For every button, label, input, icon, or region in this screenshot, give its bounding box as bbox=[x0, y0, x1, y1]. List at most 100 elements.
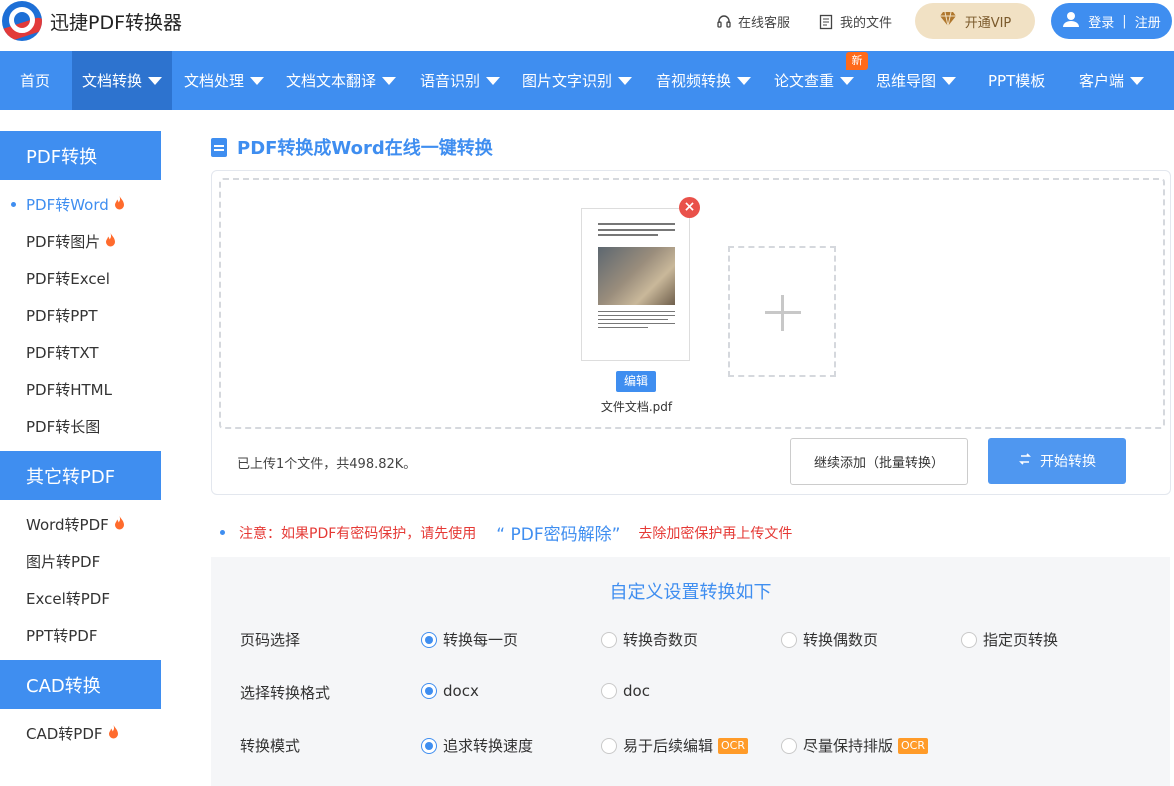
sidebar-item-label: PDF转长图 bbox=[26, 418, 101, 436]
add-file-button[interactable] bbox=[728, 246, 836, 377]
vip-label: 开通VIP bbox=[964, 15, 1012, 31]
radio-label: 指定页转换 bbox=[983, 631, 1059, 649]
nav-item-plagiarism[interactable]: 论文查重 bbox=[774, 51, 855, 110]
row-label: 页码选择 bbox=[240, 631, 301, 649]
caret-down-icon bbox=[840, 76, 855, 85]
sidebar-item-label: PDF转PPT bbox=[26, 307, 98, 325]
nav-label: 论文查重 bbox=[774, 72, 835, 90]
nav-item-media[interactable]: 音视频转换 bbox=[656, 51, 752, 110]
register-link[interactable]: 注册 bbox=[1135, 12, 1161, 31]
headset-icon bbox=[716, 14, 732, 30]
radio-layout-mode[interactable]: 尽量保持排版 OCR bbox=[781, 735, 928, 756]
login-register-button[interactable]: 登录 | 注册 bbox=[1051, 3, 1172, 39]
sidebar-item-ppt-to-pdf[interactable]: PPT转PDF bbox=[0, 617, 161, 654]
radio-icon bbox=[961, 631, 977, 648]
radio-label: doc bbox=[623, 682, 650, 700]
radio-even-pages[interactable]: 转换偶数页 bbox=[781, 629, 878, 650]
radio-docx[interactable]: docx bbox=[421, 682, 479, 700]
sidebar: PDF转换 PDF转Word PDF转图片 PDF转Excel PDF转PPT … bbox=[0, 131, 161, 758]
nav-item-client[interactable]: 客户端 bbox=[1079, 51, 1145, 110]
bullet-dot bbox=[220, 530, 225, 535]
continue-add-button[interactable]: 继续添加（批量转换） bbox=[790, 438, 968, 485]
sidebar-item-word-to-pdf[interactable]: Word转PDF bbox=[0, 506, 161, 543]
conversion-settings: 自定义设置转换如下 页码选择 转换每一页 转换奇数页 转换偶数页 指定页转换 选… bbox=[211, 557, 1170, 786]
sidebar-item-label: PDF转Word bbox=[26, 196, 109, 214]
main-nav: 首页 文档转换 文档处理 文档文本翻译 语音识别 图片文字识别 音视频转换 论文… bbox=[0, 51, 1174, 110]
nav-item-mindmap[interactable]: 思维导图 bbox=[876, 51, 957, 110]
nav-item-ppt-template[interactable]: PPT模板 bbox=[988, 51, 1045, 110]
brand-name[interactable]: 迅捷PDF转换器 bbox=[50, 8, 182, 35]
radio-label: docx bbox=[443, 682, 479, 700]
login-link[interactable]: 登录 bbox=[1088, 12, 1114, 31]
radio-editable-mode[interactable]: 易于后续编辑 OCR bbox=[601, 735, 748, 756]
online-service-label: 在线客服 bbox=[738, 16, 791, 31]
caret-down-icon bbox=[250, 76, 265, 85]
new-badge: 新 bbox=[846, 52, 868, 70]
open-vip-button[interactable]: 开通VIP bbox=[915, 3, 1035, 39]
drop-zone[interactable]: × 编辑 文件文档.pdf bbox=[219, 178, 1165, 429]
nav-item-ocr[interactable]: 图片文字识别 bbox=[522, 51, 633, 110]
sidebar-item-label: PDF转TXT bbox=[26, 344, 99, 362]
online-service-link[interactable]: 在线客服 bbox=[716, 12, 790, 31]
active-dot bbox=[11, 202, 16, 207]
document-icon bbox=[211, 137, 227, 157]
nav-label: 文档转换 bbox=[82, 72, 143, 90]
my-files-label: 我的文件 bbox=[840, 16, 893, 31]
nav-item-speech[interactable]: 语音识别 bbox=[420, 51, 501, 110]
radio-icon bbox=[601, 737, 617, 754]
diamond-icon bbox=[939, 11, 957, 31]
remove-file-icon[interactable]: × bbox=[679, 197, 700, 218]
radio-icon bbox=[601, 683, 617, 699]
brand-logo-icon[interactable] bbox=[2, 1, 42, 41]
notice-text: 注意：如果PDF有密码保护，请先使用 bbox=[239, 525, 477, 542]
radio-odd-pages[interactable]: 转换奇数页 bbox=[601, 629, 698, 650]
sidebar-item-pdf-to-excel[interactable]: PDF转Excel bbox=[0, 260, 161, 297]
sidebar-category[interactable]: 其它转PDF bbox=[0, 451, 161, 500]
edit-file-button[interactable]: 编辑 bbox=[616, 371, 656, 392]
sidebar-item-label: Excel转PDF bbox=[26, 590, 110, 608]
caret-down-icon bbox=[486, 76, 501, 85]
sidebar-list: PDF转Word PDF转图片 PDF转Excel PDF转PPT PDF转TX… bbox=[0, 180, 161, 451]
sidebar-category[interactable]: CAD转换 bbox=[0, 660, 161, 709]
radio-fast-mode[interactable]: 追求转换速度 bbox=[421, 735, 533, 756]
sidebar-item-excel-to-pdf[interactable]: Excel转PDF bbox=[0, 580, 161, 617]
my-files-link[interactable]: 我的文件 bbox=[818, 12, 892, 31]
sidebar-item-pdf-to-image[interactable]: PDF转图片 bbox=[0, 223, 161, 260]
radio-specific-pages[interactable]: 指定页转换 bbox=[961, 629, 1058, 650]
nav-item-translate[interactable]: 文档文本翻译 bbox=[286, 51, 397, 110]
file-thumbnail[interactable] bbox=[581, 208, 690, 361]
nav-label: 思维导图 bbox=[876, 72, 937, 90]
radio-doc[interactable]: doc bbox=[601, 682, 650, 700]
user-icon bbox=[1062, 10, 1080, 32]
ocr-badge: OCR bbox=[718, 737, 748, 754]
radio-icon bbox=[421, 737, 437, 754]
sidebar-category[interactable]: PDF转换 bbox=[0, 131, 161, 180]
sidebar-item-pdf-to-txt[interactable]: PDF转TXT bbox=[0, 334, 161, 371]
page-title: PDF转换成Word在线一键转换 bbox=[211, 134, 493, 160]
nav-item-doc-process[interactable]: 文档处理 bbox=[184, 51, 265, 110]
password-notice: 注意：如果PDF有密码保护，请先使用 “ PDF密码解除” 去除加密保护再上传文… bbox=[220, 520, 792, 545]
pdf-unlock-link[interactable]: “ PDF密码解除” bbox=[496, 520, 620, 545]
start-convert-button[interactable]: 开始转换 bbox=[988, 438, 1126, 484]
sidebar-item-image-to-pdf[interactable]: 图片转PDF bbox=[0, 543, 161, 580]
radio-label: 转换偶数页 bbox=[803, 631, 879, 649]
caret-down-icon bbox=[942, 76, 957, 85]
sidebar-item-pdf-to-ppt[interactable]: PDF转PPT bbox=[0, 297, 161, 334]
sidebar-item-cad-to-pdf[interactable]: CAD转PDF bbox=[0, 715, 161, 752]
sidebar-item-pdf-to-long-image[interactable]: PDF转长图 bbox=[0, 408, 161, 445]
nav-item-home[interactable]: 首页 bbox=[20, 51, 50, 110]
radio-every-page[interactable]: 转换每一页 bbox=[421, 629, 518, 650]
nav-item-doc-convert[interactable]: 文档转换 bbox=[72, 51, 173, 110]
radio-label: 追求转换速度 bbox=[443, 737, 534, 755]
sidebar-item-label: Word转PDF bbox=[26, 516, 109, 534]
caret-down-icon bbox=[1130, 76, 1145, 85]
radio-icon bbox=[781, 631, 797, 648]
thumbnail-preview-image bbox=[598, 247, 675, 305]
sidebar-item-pdf-to-word[interactable]: PDF转Word bbox=[0, 186, 161, 223]
start-convert-label: 开始转换 bbox=[1040, 454, 1096, 470]
sidebar-item-pdf-to-html[interactable]: PDF转HTML bbox=[0, 371, 161, 408]
radio-icon bbox=[781, 737, 797, 754]
flame-icon bbox=[108, 724, 119, 743]
notice-text-suffix: 去除加密保护再上传文件 bbox=[638, 525, 793, 542]
convert-arrows-icon bbox=[1018, 452, 1032, 470]
